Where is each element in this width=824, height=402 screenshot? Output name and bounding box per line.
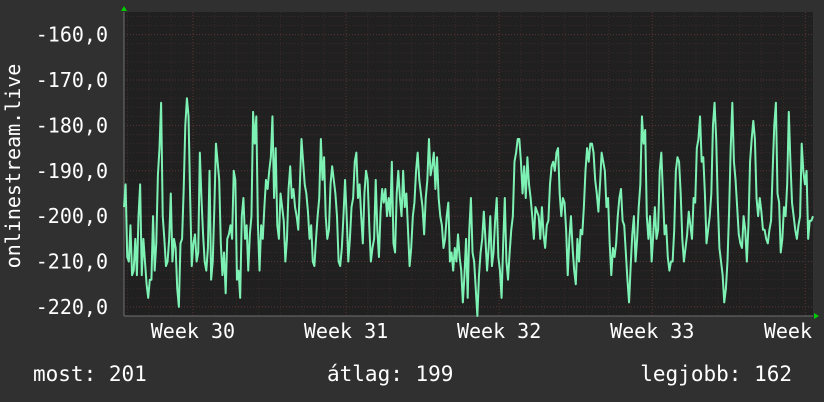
line-chart: -160,0 -170,0 -180,0 -190,0 -200,0 -210,0 -220… (1, 6, 819, 343)
x-tick-label: Week 32 (457, 319, 541, 343)
y-tick-label: -190,0 (36, 159, 108, 183)
y-tick-label: -170,0 (36, 68, 108, 92)
stat-average-value: 199 (415, 362, 454, 386)
x-tick-label: Week 33 (610, 319, 694, 343)
stat-best: legjobb: 162 (640, 362, 792, 386)
x-tick-label: Week 31 (304, 319, 388, 343)
stat-best-label: legjobb: (640, 362, 742, 386)
x-tick-label: Week (764, 319, 812, 343)
stat-current-value: 201 (108, 362, 147, 386)
y-axis-label: onlinestream.live (1, 64, 25, 269)
stat-current: most: 201 (33, 362, 147, 386)
y-tick-label: -160,0 (36, 23, 108, 47)
x-tick-label: Week 30 (151, 319, 235, 343)
y-tick-label: -200,0 (36, 204, 108, 228)
y-tick-label: -220,0 (36, 295, 108, 319)
y-axis-arrow (121, 6, 127, 11)
y-tick-label: -210,0 (36, 250, 108, 274)
x-axis-arrow (814, 313, 819, 319)
stat-current-label: most: (33, 362, 97, 386)
stat-average: átlag: 199 (327, 362, 453, 386)
stat-best-value: 162 (754, 362, 792, 386)
chart-panel: -160,0 -170,0 -180,0 -190,0 -200,0 -210,0 -220… (0, 0, 824, 402)
stat-average-label: átlag: (327, 362, 403, 386)
y-tick-label: -180,0 (36, 113, 108, 137)
